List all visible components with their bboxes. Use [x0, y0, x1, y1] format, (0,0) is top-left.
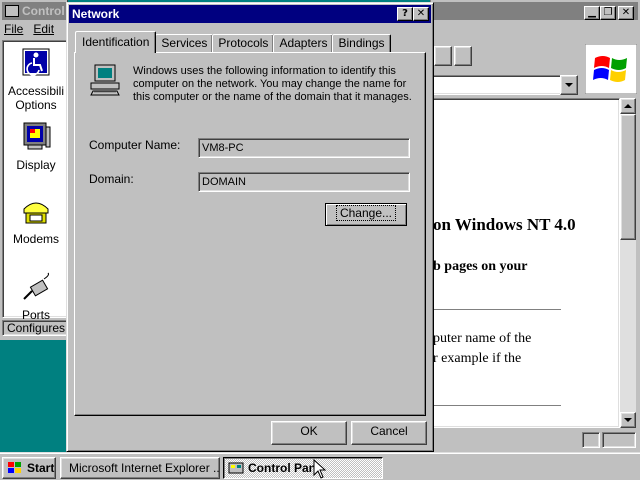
change-button[interactable]: Change... [325, 203, 407, 226]
paste-icon[interactable] [454, 46, 472, 66]
control-panel-title: Control [22, 4, 65, 18]
address-dropdown-button[interactable] [560, 75, 578, 95]
start-label: Start [27, 461, 55, 475]
dialog-title: Network [72, 7, 120, 21]
identification-panel: Windows uses the following information t… [74, 52, 426, 416]
doc-heading: on Windows NT 4.0 [433, 215, 576, 234]
taskbar: Start Microsoft Internet Explorer ... Co… [0, 452, 640, 480]
change-button-label: Change... [335, 205, 397, 221]
cp-item-label: Display [16, 158, 56, 172]
control-panel-icon [5, 5, 19, 17]
cancel-button[interactable]: Cancel [351, 421, 427, 445]
help-button[interactable]: ? [397, 7, 413, 21]
copy-icon[interactable] [434, 46, 452, 66]
ports-icon [23, 272, 49, 300]
control-panel-statusbar: Configures n [2, 320, 68, 336]
network-dialog-titlebar[interactable]: Network [69, 5, 431, 23]
accessibility-icon [22, 48, 50, 76]
ie-restore-button[interactable]: ❐ [600, 6, 616, 20]
tab-identification[interactable]: Identification [75, 31, 157, 53]
network-dialog: Network ? ✕ Identification Services Prot… [66, 2, 434, 452]
cp-item-modems[interactable]: Modems [3, 195, 69, 246]
scroll-down-button[interactable] [620, 412, 636, 428]
control-panel-icon-view: Accessibili Options Display Modems Ports [2, 40, 69, 322]
chevron-down-icon [565, 83, 573, 87]
tab-adapters[interactable]: Adapters [273, 34, 334, 53]
tab-protocols[interactable]: Protocols [212, 34, 275, 53]
close-button[interactable]: ✕ [413, 7, 429, 21]
taskbar-item-control-panel[interactable]: Control Pan [223, 457, 383, 479]
doc-text-line: puter name of the [433, 331, 532, 346]
zone-icon [582, 432, 600, 448]
cp-item-label: Modems [12, 232, 59, 246]
doc-subheading: b pages on your [433, 259, 528, 274]
ie-statusbar [432, 430, 638, 450]
cp-item-accessibility[interactable]: Accessibili Options [3, 47, 69, 112]
modem-icon [23, 202, 49, 224]
ie-toolbar-buttons [434, 46, 474, 68]
tab-bindings[interactable]: Bindings [332, 34, 391, 53]
cp-item-label: Accessibili [7, 84, 64, 98]
ie-vertical-scrollbar[interactable] [620, 98, 636, 428]
control-panel-icon [228, 462, 244, 474]
ie-address-input[interactable] [432, 75, 578, 95]
cp-item-display[interactable]: Display [3, 121, 69, 172]
mouse-pointer-icon [313, 459, 327, 479]
tab-services[interactable]: Services [155, 34, 214, 53]
cp-item-label: Options [15, 98, 57, 112]
taskbar-item-label: Control Pan [248, 461, 316, 475]
scroll-up-button[interactable] [620, 98, 636, 114]
ie-close-button[interactable]: ✕ [618, 6, 634, 20]
ie-document-view: on Windows NT 4.0 b pages on your puter … [432, 98, 620, 428]
cp-item-ports[interactable]: Ports [3, 271, 69, 322]
domain-field[interactable]: DOMAIN [198, 172, 410, 192]
menu-edit[interactable]: Edit [33, 22, 54, 36]
doc-rule [433, 405, 561, 406]
menu-file[interactable]: File [4, 22, 23, 36]
tab-strip: Identification Services Protocols Adapte… [75, 31, 391, 53]
scroll-thumb[interactable] [620, 114, 636, 240]
windows-logo-icon [584, 43, 638, 95]
control-panel-window: Control File Edit Accessibili Options Di… [0, 0, 68, 340]
windows-logo-throbber [584, 43, 638, 95]
display-icon [23, 122, 51, 150]
arrow-up-icon [624, 104, 632, 108]
doc-rule [433, 309, 561, 310]
ok-button[interactable]: OK [271, 421, 347, 445]
network-computer-icon [90, 64, 120, 96]
control-panel-titlebar[interactable]: Control [2, 2, 67, 20]
arrow-down-icon [624, 418, 632, 422]
status-panel [602, 432, 636, 448]
taskbar-item-ie[interactable]: Microsoft Internet Explorer ... [60, 457, 220, 479]
taskbar-item-label: Microsoft Internet Explorer ... [69, 461, 220, 475]
intro-text: Windows uses the following information t… [133, 65, 412, 103]
computer-name-label: Computer Name: [89, 138, 181, 152]
doc-text-line: r example if the [433, 351, 522, 366]
start-button[interactable]: Start [2, 457, 56, 479]
domain-label: Domain: [89, 172, 134, 186]
ie-minimize-btn[interactable]: ▁ [584, 6, 600, 20]
windows-flag-icon [8, 462, 21, 473]
control-panel-menubar: File Edit [4, 22, 54, 36]
computer-name-field[interactable]: VM8-PC [198, 138, 410, 158]
